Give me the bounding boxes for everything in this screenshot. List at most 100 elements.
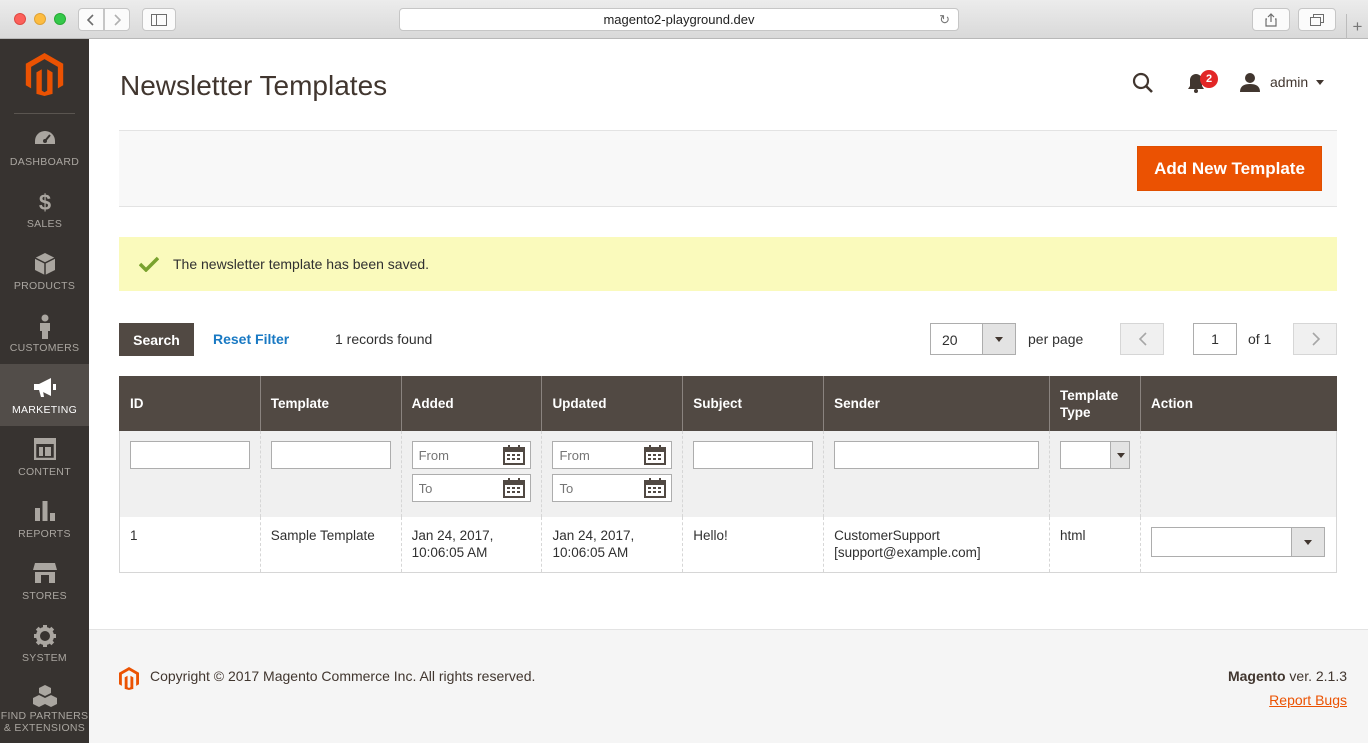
layout-icon [0, 438, 89, 466]
back-button[interactable] [78, 8, 104, 31]
user-name: admin [1270, 74, 1309, 90]
cell-id: 1 [119, 517, 261, 573]
sidebar-item-stores[interactable]: STORES [0, 550, 89, 612]
magento-logo-icon [119, 667, 139, 690]
table-row[interactable]: 1 Sample Template Jan 24, 2017, 10:06:05… [119, 517, 1338, 573]
sidebar-item-label: CONTENT [18, 466, 71, 478]
filter-subject-input[interactable] [693, 441, 814, 469]
cell-sender-name: CustomerSupport [834, 528, 940, 543]
cell-template: Sample Template [259, 517, 402, 573]
share-button[interactable] [1252, 8, 1290, 31]
global-search-button[interactable] [1132, 72, 1154, 99]
calendar-icon[interactable] [503, 478, 526, 498]
cell-template-type: html [1048, 517, 1141, 573]
caret-down-icon [995, 337, 1003, 342]
newsletter-templates-grid: ID Template Added Updated Subject Sender… [119, 376, 1338, 573]
filter-sender-input[interactable] [834, 441, 1039, 469]
sidebar-item-customers[interactable]: CUSTOMERS [0, 302, 89, 364]
reset-filter-link[interactable]: Reset Filter [213, 331, 289, 347]
sidebar-item-label: SALES [26, 218, 63, 230]
brand-name: Magento [1227, 668, 1286, 684]
calendar-icon[interactable] [644, 478, 667, 498]
calendar-icon[interactable] [503, 445, 526, 465]
close-window-button[interactable] [14, 13, 26, 25]
reload-icon[interactable]: ↻ [939, 12, 950, 28]
cubes-icon [0, 684, 89, 710]
admin-sidebar: DASHBOARD $ SALES PRODUCTS CUSTOMERS MAR… [0, 39, 89, 743]
cell-added-time: 10:06:05 AM [411, 545, 488, 560]
new-tab-button[interactable]: + [1346, 14, 1368, 39]
filter-template-input[interactable] [270, 441, 391, 469]
next-page-button[interactable] [1293, 323, 1337, 355]
sidebar-toggle-button[interactable] [142, 8, 176, 31]
address-bar[interactable]: magento2-playground.dev ↻ [399, 8, 959, 31]
sidebar-item-label-line2: & EXTENSIONS [3, 722, 86, 734]
caret-down-icon [1316, 79, 1325, 85]
row-action-select[interactable] [1150, 527, 1325, 557]
checkmark-icon [139, 256, 159, 272]
cell-updated-time: 10:06:05 AM [552, 545, 629, 560]
sidebar-item-dashboard[interactable]: DASHBOARD [0, 116, 89, 178]
sidebar-item-label: REPORTS [18, 528, 71, 540]
column-header-action: Action [1139, 376, 1337, 431]
current-page-input[interactable] [1193, 323, 1237, 355]
sidebar-icon [151, 13, 167, 26]
column-header-template[interactable]: Template [259, 376, 402, 431]
sidebar-item-find-partners[interactable]: FIND PARTNERS & EXTENSIONS [0, 674, 89, 743]
sidebar-item-label: DASHBOARD [9, 156, 80, 168]
tabs-icon [1310, 13, 1324, 26]
cell-sender: CustomerSupport [support@example.com] [823, 517, 1050, 573]
dollar-icon: $ [0, 190, 89, 218]
report-bugs-link[interactable]: Report Bugs [1269, 692, 1347, 708]
chevron-left-icon [87, 13, 94, 26]
tabs-overview-button[interactable] [1298, 8, 1336, 31]
grid-header-row: ID Template Added Updated Subject Sender… [119, 376, 1337, 431]
cell-added-date: Jan 24, 2017, [411, 528, 494, 543]
notifications-count-badge[interactable]: 2 [1200, 70, 1218, 88]
cell-updated: Jan 24, 2017, 10:06:05 AM [541, 517, 683, 573]
copyright-text: Copyright © 2017 Magento Commerce Inc. A… [150, 668, 536, 684]
sidebar-item-label: PRODUCTS [13, 280, 76, 292]
add-new-template-button[interactable]: Add New Template [1137, 146, 1322, 191]
per-page-select[interactable]: 20 [930, 323, 1016, 355]
sidebar-item-label: STORES [22, 590, 67, 602]
version-info: Magento ver. 2.1.3 [1228, 668, 1347, 684]
calendar-icon[interactable] [644, 445, 667, 465]
column-header-sender[interactable]: Sender [823, 376, 1050, 431]
sidebar-item-marketing[interactable]: MARKETING [0, 364, 89, 426]
user-icon [1240, 73, 1260, 92]
per-page-dropdown-toggle[interactable] [982, 324, 1015, 354]
filter-template-type-select[interactable] [1059, 441, 1130, 469]
sidebar-item-label: CUSTOMERS [9, 342, 80, 354]
records-found-count: 1 records found [335, 331, 433, 347]
column-header-id[interactable]: ID [119, 376, 261, 431]
forward-button[interactable] [104, 8, 130, 31]
filter-id-input[interactable] [130, 441, 250, 469]
previous-page-button[interactable] [1120, 323, 1164, 355]
search-icon [1132, 72, 1153, 93]
column-header-template-type[interactable]: Template Type [1048, 376, 1141, 431]
search-button[interactable]: Search [119, 323, 194, 356]
page-footer: Copyright © 2017 Magento Commerce Inc. A… [89, 629, 1368, 743]
sidebar-item-content[interactable]: CONTENT [0, 426, 89, 488]
column-header-updated[interactable]: Updated [541, 376, 683, 431]
zoom-window-button[interactable] [54, 13, 66, 25]
browser-toolbar: magento2-playground.dev ↻ + [0, 0, 1368, 39]
chevron-right-icon [114, 13, 121, 26]
sidebar-item-reports[interactable]: REPORTS [0, 488, 89, 550]
cell-sender-email: [support@example.com] [834, 545, 981, 560]
sidebar-item-products[interactable]: PRODUCTS [0, 240, 89, 302]
column-header-subject[interactable]: Subject [682, 376, 824, 431]
total-pages-label: of 1 [1248, 331, 1272, 347]
sidebar-item-sales[interactable]: $ SALES [0, 178, 89, 240]
column-header-added[interactable]: Added [400, 376, 542, 431]
cell-updated-date: Jan 24, 2017, [552, 528, 635, 543]
gear-icon [0, 624, 89, 652]
cell-added: Jan 24, 2017, 10:06:05 AM [400, 517, 542, 573]
caret-down-icon [1116, 453, 1125, 458]
magento-logo-icon[interactable] [23, 53, 66, 101]
chevron-right-icon [1312, 332, 1321, 346]
minimize-window-button[interactable] [34, 13, 46, 25]
user-account-menu[interactable]: admin [1240, 72, 1325, 92]
sidebar-item-system[interactable]: SYSTEM [0, 612, 89, 674]
